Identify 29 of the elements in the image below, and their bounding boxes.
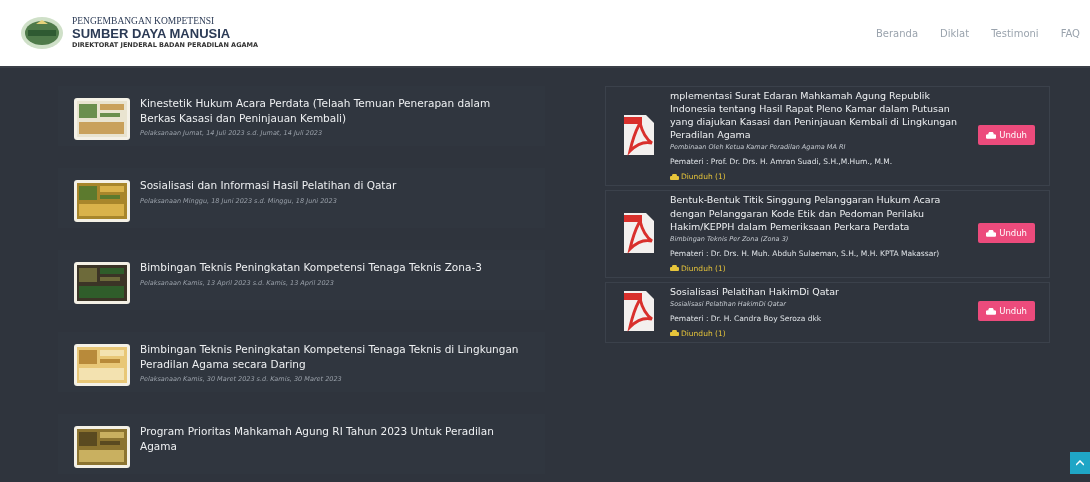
cloud-icon	[670, 330, 679, 337]
material-title: mplementasi Surat Edaran Mahkamah Agung Republik Indonesia tentang Hasil Rapat Pleno Kamar dalam Putusan yang diajukan Kasasi dan Peninjauan Kembali di Lingkungan Peradilan Agama	[670, 89, 959, 142]
cloud-icon	[670, 265, 679, 272]
pdf-file-icon	[622, 211, 656, 256]
logo-title: PENGEMBANGAN KOMPETENSI	[72, 16, 216, 27]
emblem-icon	[20, 16, 64, 50]
nav-link[interactable]: Testimoni	[991, 27, 1039, 39]
nav-link[interactable]: Beranda	[876, 27, 919, 39]
training-title[interactable]: Program Prioritas Mahkamah Agung RI Tahun 2023 Untuk Peradilan Agama	[140, 424, 529, 454]
scroll-top-button[interactable]	[1070, 452, 1090, 474]
cloud-icon	[986, 131, 997, 139]
chevron-up-icon	[1076, 460, 1084, 466]
material-title: Sosialisasi Pelatihan HakimDi Qatar	[670, 284, 840, 298]
pdf-file-icon	[622, 113, 656, 158]
training-title[interactable]: Kinestetik Hukum Acara Perdata (Telaah Temuan Penerapan dalam Berkas Kasasi dan Peninjauan Kembali)	[140, 96, 529, 126]
training-title[interactable]: Sosialisasi dan Informasi Hasil Pelatihan di Qatar	[140, 178, 397, 193]
download-button[interactable]: Unduh	[978, 125, 1035, 146]
cloud-icon	[670, 173, 679, 180]
nav-link[interactable]: Diklat	[940, 27, 970, 39]
nav-link[interactable]: FAQ	[1060, 27, 1080, 39]
download-button[interactable]: Unduh	[978, 223, 1035, 244]
training-title[interactable]: Bimbingan Teknis Peningkatan Kompetensi Tenaga Teknis Zona-3	[140, 260, 482, 275]
cloud-icon	[986, 307, 997, 315]
training-title[interactable]: Bimbingan Teknis Peningkatan Kompetensi Tenaga Teknis di Lingkungan Peradilan Agama secara Daring	[140, 342, 529, 372]
material-title: Bentuk-Bentuk Titik Singgung Pelanggaran Hukum Acara dengan Pelanggaran Kode Etik dan Pedoman Perilaku Hakim/KEPPH dalam Pemeriksaan Perkara Perdata	[670, 193, 942, 233]
cloud-icon	[986, 229, 997, 237]
logo-title: SUMBER DAYA MANUSIA	[72, 26, 232, 41]
pdf-file-icon	[622, 289, 656, 334]
download-button[interactable]: Unduh	[978, 301, 1035, 322]
